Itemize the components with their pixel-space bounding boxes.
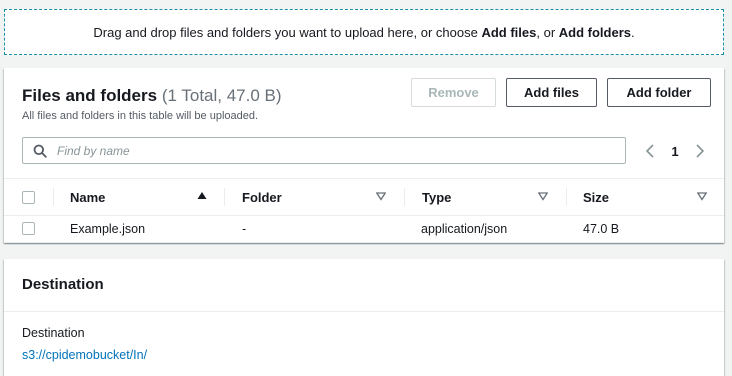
select-all-checkbox[interactable] [22,191,35,204]
column-divider [224,188,225,206]
sort-icon[interactable] [538,191,548,201]
dropzone-text: Drag and drop files and folders you want… [93,24,635,40]
files-panel-description: All files and folders in this table will… [22,110,259,122]
previous-page-button[interactable] [640,141,660,161]
page-number[interactable]: 1 [660,144,690,159]
next-page-button[interactable] [690,141,710,161]
destination-link[interactable]: s3://cpidemobucket/In/ [22,348,147,362]
column-divider [53,188,54,206]
search-input[interactable] [55,142,595,159]
cell-name: Example.json [70,222,146,236]
column-divider [404,188,405,206]
sort-icon[interactable] [697,191,707,201]
upload-dropzone[interactable]: Drag and drop files and folders you want… [4,9,724,55]
row-checkbox[interactable] [22,222,35,235]
cell-type: application/json [421,222,508,236]
search-icon [33,144,47,158]
destination-divider [4,311,724,312]
destination-label: Destination [22,326,85,340]
remove-button[interactable]: Remove [411,78,496,107]
column-header-size[interactable]: Size [583,179,609,215]
table-header: Name Folder Type Size [4,178,724,216]
column-header-type[interactable]: Type [422,179,451,215]
files-count: (1 Total, 47.0 B) [161,86,282,105]
destination-panel: Destination Destination s3://cpidemobuck… [4,259,724,376]
files-and-folders-panel: Files and folders (1 Total, 47.0 B) All … [4,68,724,243]
chevron-right-icon [696,144,705,158]
sort-icon[interactable] [376,191,386,201]
sort-ascending-icon[interactable] [197,191,207,201]
column-header-folder[interactable]: Folder [242,179,282,215]
destination-title: Destination [22,276,104,293]
column-divider [566,188,567,206]
search-box [22,137,626,164]
add-files-button[interactable]: Add files [506,78,597,107]
add-folder-button[interactable]: Add folder [607,78,711,107]
chevron-left-icon [645,144,654,158]
files-panel-title: Files and folders (1 Total, 47.0 B) [22,86,282,105]
column-header-name[interactable]: Name [70,179,105,215]
pagination: 1 [640,140,710,162]
table-row[interactable]: Example.json - application/json 47.0 B [4,216,724,243]
cell-size: 47.0 B [583,222,620,236]
cell-folder: - [242,222,247,236]
